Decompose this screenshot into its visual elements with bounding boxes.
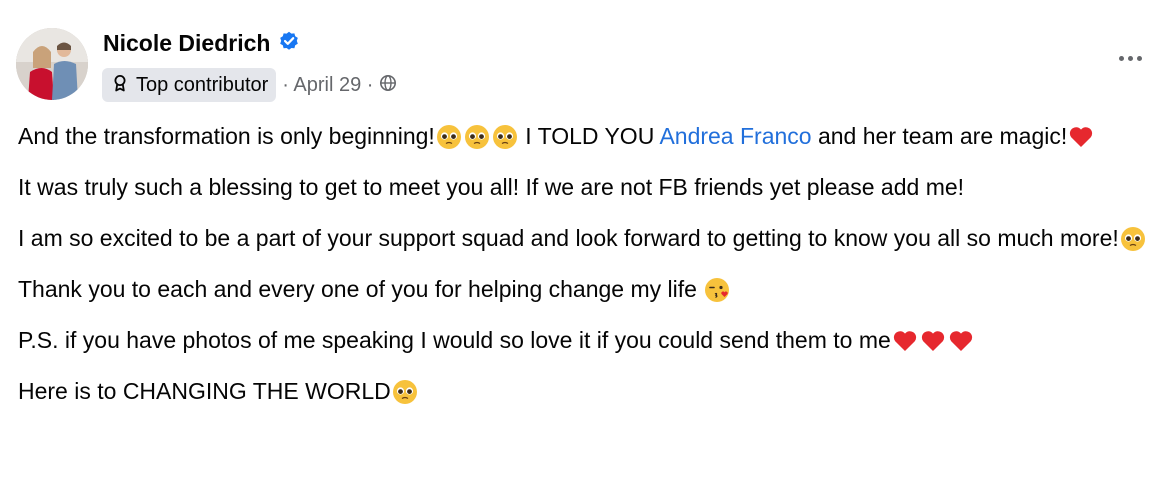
pleading-face-icon (464, 124, 490, 150)
post-paragraph-5: P.S. if you have photos of me speaking I… (18, 323, 1168, 358)
pleading-face-icon (392, 379, 418, 405)
post-paragraph-1: And the transformation is only beginning… (18, 119, 1168, 154)
badge-label: Top contributor (136, 73, 269, 96)
post-body: And the transformation is only beginning… (18, 119, 1168, 425)
more-options-icon[interactable] (1115, 52, 1146, 65)
post-text: Thank you to each and every one of you f… (18, 276, 704, 302)
post-paragraph-3: I am so excited to be a part of your sup… (18, 221, 1168, 256)
post-paragraph-2: It was truly such a blessing to get to m… (18, 170, 1168, 205)
red-heart-icon (948, 328, 974, 354)
top-contributor-icon (111, 74, 136, 97)
facebook-post: Nicole Diedrich Top contributor · April … (0, 0, 1175, 503)
post-meta: Top contributor · April 29 · (102, 68, 397, 102)
face-blowing-kiss-icon (704, 277, 730, 303)
post-text: It was truly such a blessing to get to m… (18, 174, 965, 200)
post-text: I am so excited to be a part of your sup… (18, 225, 1119, 251)
post-text: Here is to CHANGING THE WORLD (18, 378, 391, 404)
post-date[interactable]: · April 29 · (282, 74, 373, 97)
post-text: And the transformation is only beginning… (18, 123, 435, 149)
pleading-face-icon (492, 124, 518, 150)
author-name[interactable]: Nicole Diedrich (103, 30, 270, 57)
pleading-face-icon (436, 124, 462, 150)
post-paragraph-4: Thank you to each and every one of you f… (18, 272, 1168, 307)
post-paragraph-6: Here is to CHANGING THE WORLD (18, 374, 1168, 409)
verified-badge-icon (270, 31, 299, 56)
red-heart-icon (1068, 124, 1094, 150)
top-contributor-badge[interactable]: Top contributor (102, 68, 277, 102)
mention-link[interactable]: Andrea Franco (659, 123, 811, 149)
author-row: Nicole Diedrich (103, 30, 299, 57)
red-heart-icon (920, 328, 946, 354)
red-heart-icon (892, 328, 918, 354)
pleading-face-icon (1120, 226, 1146, 252)
globe-icon[interactable] (373, 74, 397, 97)
post-text: I TOLD YOU (518, 123, 660, 149)
post-text: and her team are magic! (811, 123, 1068, 149)
avatar[interactable] (16, 28, 88, 100)
post-text: P.S. if you have photos of me speaking I… (18, 327, 891, 353)
